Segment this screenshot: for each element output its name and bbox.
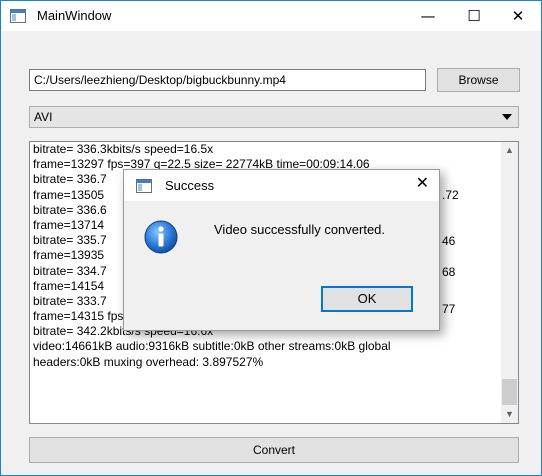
log-line: bitrate= 336.3kbits/s speed=16.5x xyxy=(33,142,214,156)
dialog-title: Success xyxy=(165,178,215,193)
convert-button[interactable]: Convert xyxy=(29,437,519,463)
minimize-button[interactable]: — xyxy=(405,1,451,31)
log-fragment: .72 xyxy=(442,188,459,202)
info-icon xyxy=(144,220,178,254)
file-path-input[interactable]: C:/Users/leezhieng/Desktop/bigbuckbunny.… xyxy=(29,69,426,91)
log-fragment: 46 xyxy=(442,234,456,248)
log-line: video:14661kB audio:9316kB subtitle:0kB … xyxy=(33,339,391,354)
ok-button[interactable]: OK xyxy=(321,286,413,312)
window-title: MainWindow xyxy=(37,8,112,23)
format-select[interactable]: AVI xyxy=(29,106,519,128)
scrollbar-thumb[interactable] xyxy=(502,379,517,405)
browse-button[interactable]: Browse xyxy=(437,68,520,92)
app-window-icon xyxy=(136,179,152,193)
log-line: headers:0kB muxing overhead: 3.897527% xyxy=(33,354,264,369)
success-dialog: Success ✕ Video successfully converted. … xyxy=(123,169,440,331)
dialog-title-bar: Success ✕ xyxy=(124,170,439,201)
log-fragment: 68 xyxy=(442,265,456,279)
chevron-down-icon xyxy=(502,114,512,120)
dialog-close-button[interactable]: ✕ xyxy=(416,173,429,192)
title-bar: MainWindow — ☐ ✕ xyxy=(1,1,541,31)
maximize-button[interactable]: ☐ xyxy=(451,1,497,31)
log-fragment: 77 xyxy=(442,302,456,316)
chevron-down-icon[interactable]: ▼ xyxy=(501,406,518,423)
format-select-value: AVI xyxy=(34,110,53,124)
log-scrollbar[interactable]: ▲ ▼ xyxy=(501,142,518,423)
close-button[interactable]: ✕ xyxy=(495,1,541,31)
app-window-icon xyxy=(10,9,26,23)
dialog-message: Video successfully converted. xyxy=(214,222,386,237)
chevron-up-icon[interactable]: ▲ xyxy=(501,142,518,159)
